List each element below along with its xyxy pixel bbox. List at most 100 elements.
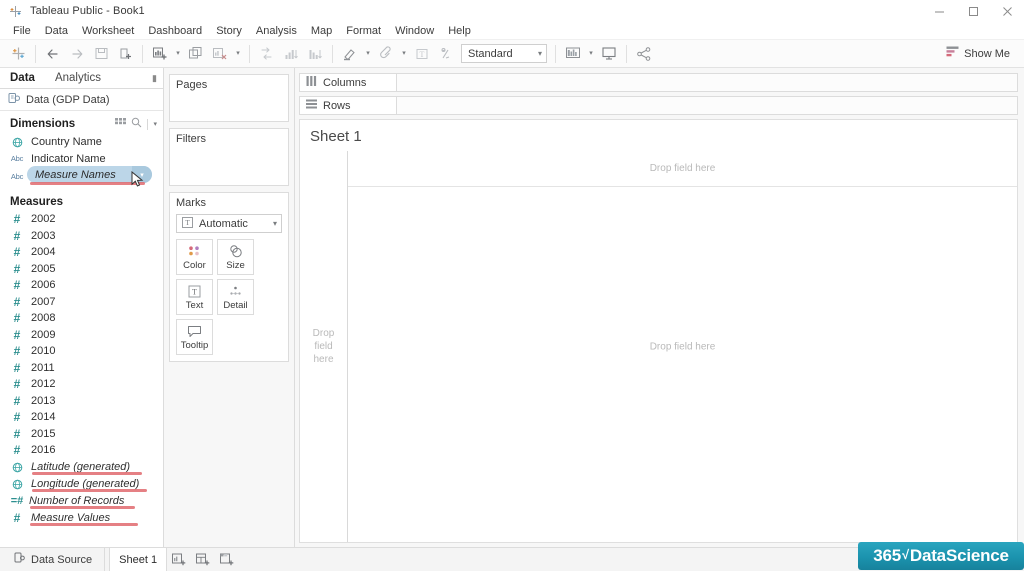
tab-data[interactable]: Data (0, 68, 45, 88)
menu-file[interactable]: File (6, 22, 38, 40)
presentation-mode-icon[interactable] (561, 43, 585, 65)
measure-field[interactable]: #2013 (0, 393, 163, 410)
new-dashboard-icon[interactable] (191, 548, 215, 571)
number-icon: # (10, 312, 24, 324)
marks-text-button[interactable]: T Text (176, 279, 213, 315)
marks-detail-button[interactable]: Detail (217, 279, 254, 315)
data-pane-tabs: Data Analytics ▮ (0, 68, 163, 89)
menu-help[interactable]: Help (441, 22, 478, 40)
new-data-source-icon[interactable] (113, 43, 137, 65)
clear-sheet-icon[interactable] (208, 43, 232, 65)
swap-rows-columns-icon[interactable] (255, 43, 279, 65)
duplicate-sheet-icon[interactable] (184, 43, 208, 65)
pin-icon[interactable]: ▮ (152, 73, 163, 84)
maximize-icon[interactable] (956, 0, 990, 22)
column-drop-zone[interactable]: Drop field here (348, 151, 1017, 187)
group-dropdown-icon[interactable]: ▾ (398, 43, 410, 65)
measure-field[interactable]: #2003 (0, 228, 163, 245)
menu-worksheet[interactable]: Worksheet (75, 22, 141, 40)
present-screen-icon[interactable] (597, 43, 621, 65)
measure-field[interactable]: #2007 (0, 294, 163, 311)
menu-story[interactable]: Story (209, 22, 249, 40)
datasource-item[interactable]: Data (GDP Data) (0, 89, 163, 111)
measure-field[interactable]: #2015 (0, 426, 163, 443)
minimize-icon[interactable] (922, 0, 956, 22)
pages-card[interactable]: Pages (169, 74, 289, 122)
fix-axes-icon[interactable] (434, 43, 458, 65)
tab-analytics[interactable]: Analytics (45, 68, 111, 88)
columns-shelf[interactable]: Columns (299, 73, 1018, 92)
new-worksheet-dropdown-icon[interactable]: ▾ (172, 43, 184, 65)
measure-field[interactable]: #2012 (0, 376, 163, 393)
dimension-field-country-name[interactable]: Country Name (0, 134, 163, 151)
share-icon[interactable] (632, 43, 656, 65)
fit-select[interactable]: Standard ▾ (461, 44, 547, 63)
measure-field[interactable]: #2004 (0, 244, 163, 261)
chevron-down-icon[interactable]: ▾ (153, 121, 157, 128)
plot-main[interactable]: Drop field here Drop field here (348, 151, 1017, 542)
geographic-role-icon (10, 137, 24, 148)
marks-size-button[interactable]: Size (217, 239, 254, 275)
measure-field[interactable]: #2010 (0, 343, 163, 360)
save-icon[interactable] (89, 43, 113, 65)
annotation-underline (30, 506, 135, 509)
filters-card[interactable]: Filters (169, 128, 289, 186)
svg-text:T: T (420, 50, 425, 59)
measure-field-latitude[interactable]: Latitude (generated) (0, 459, 163, 476)
annotation-underline (30, 523, 138, 526)
sort-descending-icon[interactable] (303, 43, 327, 65)
measure-field[interactable]: #2006 (0, 277, 163, 294)
measure-field-measure-values[interactable]: # Measure Values (0, 510, 163, 527)
rows-shelf[interactable]: Rows (299, 96, 1018, 115)
menu-window[interactable]: Window (388, 22, 441, 40)
undo-icon[interactable] (41, 43, 65, 65)
data-source-tab[interactable]: Data Source (6, 548, 100, 571)
dimension-field-measure-names[interactable]: Abc Measure Names ▾ (0, 167, 163, 186)
menu-dashboard[interactable]: Dashboard (141, 22, 209, 40)
measure-field-number-of-records[interactable]: =# Number of Records (0, 493, 163, 510)
measure-field-longitude[interactable]: Longitude (generated) (0, 476, 163, 493)
redo-icon[interactable] (65, 43, 89, 65)
marks-tooltip-button[interactable]: Tooltip (176, 319, 213, 355)
marks-buttons: Color Size T Text (170, 239, 288, 355)
menu-map[interactable]: Map (304, 22, 339, 40)
highlight-dropdown-icon[interactable]: ▾ (362, 43, 374, 65)
row-drop-zone[interactable]: Drop field here (300, 151, 348, 542)
measure-field[interactable]: #2009 (0, 327, 163, 344)
presentation-dropdown-icon[interactable]: ▾ (585, 43, 597, 65)
columns-shelf-dropzone[interactable] (397, 73, 1018, 92)
grid-view-icon[interactable] (115, 118, 126, 131)
close-icon[interactable] (990, 0, 1024, 22)
measure-field[interactable]: #2014 (0, 409, 163, 426)
abc-icon: Abc (10, 154, 24, 163)
view-canvas[interactable]: Sheet 1 Drop field here Drop field here … (299, 119, 1018, 543)
logo-number: 365 (873, 546, 901, 566)
menu-analysis[interactable]: Analysis (249, 22, 304, 40)
new-worksheet-icon[interactable] (167, 548, 191, 571)
marks-button-label: Color (183, 261, 206, 271)
measure-field[interactable]: #2011 (0, 360, 163, 377)
measure-label: 2010 (31, 345, 55, 357)
rows-shelf-dropzone[interactable] (397, 96, 1018, 115)
show-me-button[interactable]: Show Me (946, 46, 1018, 61)
tableau-home-icon[interactable] (6, 43, 30, 65)
new-story-icon[interactable] (215, 548, 239, 571)
search-icon[interactable] (131, 117, 142, 131)
columns-label: Columns (323, 77, 366, 89)
measure-field[interactable]: #2002 (0, 211, 163, 228)
menu-format[interactable]: Format (339, 22, 388, 40)
clear-sheet-dropdown-icon[interactable]: ▾ (232, 43, 244, 65)
highlight-icon[interactable] (338, 43, 362, 65)
sheet-tab-sheet1[interactable]: Sheet 1 (109, 548, 167, 571)
group-members-icon[interactable] (374, 43, 398, 65)
new-worksheet-icon[interactable] (148, 43, 172, 65)
measure-field[interactable]: #2005 (0, 261, 163, 278)
menu-data[interactable]: Data (38, 22, 75, 40)
dimension-field-indicator-name[interactable]: Abc Indicator Name (0, 151, 163, 168)
marks-color-button[interactable]: Color (176, 239, 213, 275)
measure-field[interactable]: #2008 (0, 310, 163, 327)
sort-ascending-icon[interactable] (279, 43, 303, 65)
measure-field[interactable]: #2016 (0, 442, 163, 459)
show-mark-labels-icon[interactable]: T (410, 43, 434, 65)
mark-type-select[interactable]: T Automatic ▾ (176, 214, 282, 233)
